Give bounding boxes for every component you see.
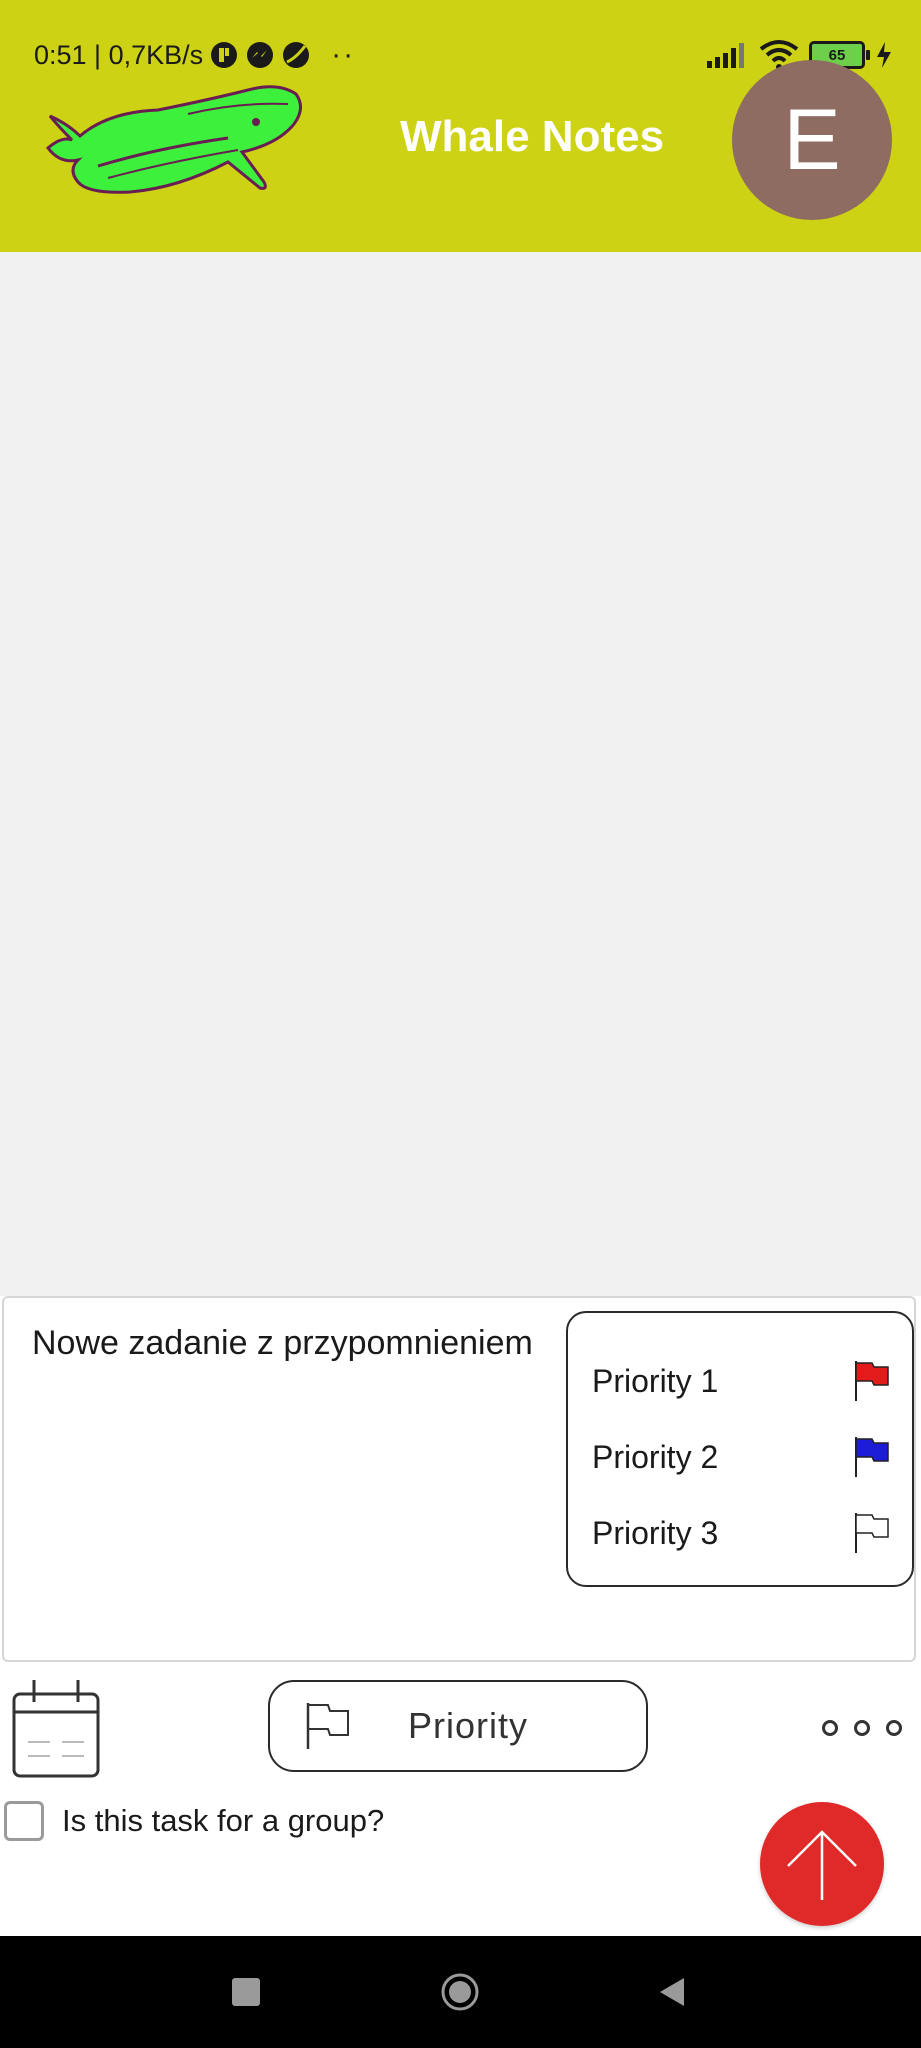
more-dot (854, 1720, 870, 1736)
app-title: Whale Notes (400, 112, 665, 161)
white-flag-icon (855, 1513, 889, 1553)
priority-button[interactable]: Priority (268, 1680, 648, 1772)
task-input-text: Nowe zadanie z przypomnieniem (32, 1324, 533, 1362)
more-dot (822, 1720, 838, 1736)
status-time-speed: 0:51 | 0,7KB/s (34, 39, 204, 70)
blue-flag-icon (855, 1437, 889, 1477)
signal-icon (707, 43, 744, 68)
user-avatar[interactable]: E (732, 60, 892, 220)
group-task-checkbox[interactable] (4, 1801, 44, 1841)
arrow-up-icon (787, 1830, 857, 1900)
composer-toolbar: Priority (0, 1674, 921, 1786)
whale-logo-icon (45, 85, 302, 194)
priority-option-1[interactable]: Priority 1 (592, 1351, 892, 1411)
priority-option-label: Priority 2 (592, 1438, 719, 1475)
recents-square-icon[interactable] (226, 1972, 266, 2012)
submit-task-button[interactable] (760, 1802, 884, 1926)
calendar-icon[interactable] (10, 1676, 102, 1782)
task-input[interactable]: Nowe zadanie z przypomnieniem Priority 1… (2, 1296, 916, 1662)
messenger-icon (247, 42, 274, 68)
vpn-icon (283, 42, 310, 68)
battery-level: 65 (828, 46, 846, 64)
charging-icon (877, 42, 891, 68)
more-dot (886, 1720, 902, 1736)
avatar-letter: E (783, 91, 841, 188)
priority-button-label: Priority (408, 1705, 529, 1746)
group-task-row: Is this task for a group? (0, 1796, 384, 1846)
task-list-area (0, 252, 921, 1296)
back-triangle-icon[interactable] (652, 1972, 692, 2012)
priority-option-2[interactable]: Priority 2 (592, 1427, 892, 1487)
group-task-label: Is this task for a group? (62, 1803, 385, 1838)
app-notification-icon (211, 42, 238, 68)
priority-option-label: Priority 1 (592, 1362, 719, 1399)
red-flag-icon (855, 1361, 889, 1401)
priority-option-label: Priority 3 (592, 1514, 719, 1551)
app-header: 0:51 | 0,7KB/s ·· 65 Whale Notes E (0, 0, 921, 252)
flag-icon (306, 1703, 349, 1749)
priority-dropdown-menu: Priority 1 Priority 2 Priority 3 (566, 1311, 914, 1587)
more-options-icon[interactable] (822, 1710, 902, 1746)
status-left: 0:51 | 0,7KB/s ·· (34, 38, 355, 72)
priority-option-3[interactable]: Priority 3 (592, 1503, 892, 1563)
home-circle-icon[interactable] (440, 1972, 480, 2012)
more-notifications: ·· (331, 38, 356, 71)
system-nav-bar (0, 1936, 921, 2048)
task-composer: Nowe zadanie z przypomnieniem Priority 1… (0, 1296, 921, 1936)
